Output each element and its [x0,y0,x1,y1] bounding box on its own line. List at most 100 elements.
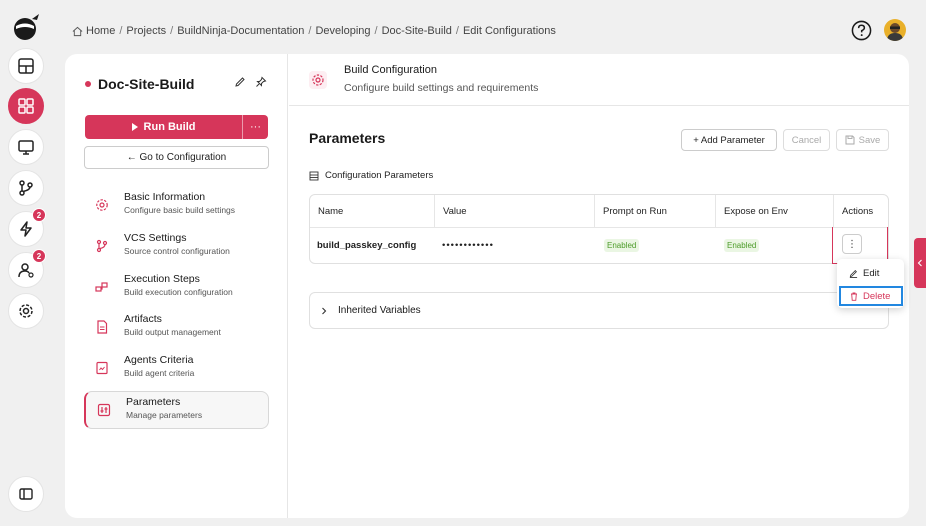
main-card: Doc-Site-Build Run Build ··· ← Go to Con… [65,54,909,518]
sidebar-item-description: Build agent criteria [124,368,195,378]
git-branch-icon [96,239,108,253]
monitor-icon [18,140,34,155]
user-avatar-icon [887,23,903,41]
chevron-left-icon [917,259,922,267]
config-header: Build Configuration Configure build sett… [289,54,909,106]
run-build-label: Run Build [143,121,196,133]
collapse-sidebar-button[interactable] [8,476,44,512]
sidebar-item-label: Execution Steps [124,273,200,285]
ninja-logo-icon[interactable] [10,10,42,42]
file-icon [97,320,108,334]
breadcrumb-group[interactable]: Developing [315,25,370,37]
dashboard-nav-button[interactable] [8,48,44,84]
right-panel-toggle[interactable] [914,238,926,288]
sidebar-item-label: Agents Criteria [124,354,194,366]
prompt-on-run-cell: Enabled [597,227,716,263]
config-sidebar: Doc-Site-Build Run Build ··· ← Go to Con… [65,54,288,518]
run-build-button[interactable]: Run Build [85,115,243,139]
chevron-right-icon [322,307,327,314]
play-icon [131,123,138,131]
breadcrumb-home[interactable]: Home [86,25,115,37]
sidebar-item-artifacts[interactable]: Artifacts Build output management [84,309,269,347]
home-icon [72,26,83,36]
vcs-nav-button[interactable] [8,170,44,206]
run-build-more-button[interactable]: ··· [243,115,268,139]
gear-icon [19,304,33,318]
status-dot [85,81,91,87]
user-settings-icon [18,263,34,278]
section-title: Parameters [309,130,386,146]
agents-nav-button[interactable] [8,129,44,165]
sidebar-item-agents-criteria[interactable]: Agents Criteria Build agent criteria [84,350,269,388]
notification-badge: 2 [32,249,46,263]
column-header-prompt: Prompt on Run [595,195,716,227]
sidebar-item-label: Artifacts [124,313,162,325]
sidebar-item-description: Build execution configuration [124,287,233,297]
grid-icon [18,98,34,114]
row-actions-button[interactable]: ⋮ [842,234,862,254]
sidebar-item-description: Source control configuration [124,246,230,256]
list-icon [309,171,319,180]
breadcrumb-project[interactable]: BuildNinja-Documentation [177,25,304,37]
add-parameter-button[interactable]: + Add Parameter [681,129,777,151]
edit-icon[interactable] [234,76,246,88]
project-title: Doc-Site-Build [85,76,194,92]
column-header-value: Value [435,195,595,227]
settings-icon [96,199,108,211]
run-build-button-group: Run Build ··· [85,115,268,139]
row-actions-menu: Edit Delete [837,259,904,308]
agent-icon [96,361,108,375]
breadcrumb-projects[interactable]: Projects [126,25,166,37]
sidebar-item-basic-information[interactable]: Basic Information Configure basic build … [84,187,269,225]
lightning-icon [20,221,32,237]
trash-icon [851,292,857,301]
save-icon [845,135,855,145]
breadcrumb-build[interactable]: Doc-Site-Build [382,25,452,37]
page-title: Build Configuration [344,64,437,76]
go-to-configuration-button[interactable]: ← Go to Configuration [84,146,269,169]
help-icon[interactable] [851,20,872,41]
dashboard-icon [18,58,34,74]
inherited-variables-section[interactable]: Inherited Variables [309,292,889,329]
sidebar-toggle-icon [19,488,33,500]
left-rail: 2 2 [0,0,52,526]
save-label: Save [858,134,881,146]
settings-icon [309,71,327,89]
menu-item-label: Edit [863,268,880,279]
configuration-parameters-label: Configuration Parameters [309,170,433,181]
breadcrumb: Home / Projects / BuildNinja-Documentation… [72,23,556,39]
breadcrumb-current: Edit Configurations [462,25,556,37]
sidebar-item-description: Configure basic build settings [124,205,236,215]
sidebar-item-parameters[interactable]: Parameters Manage parameters [84,391,269,429]
section-label-text: Configuration Parameters [325,170,434,181]
sidebar-item-description: Manage parameters [126,410,203,420]
steps-icon [95,282,108,292]
page-subtitle: Configure build settings and requirement… [344,82,539,94]
content-area: Build Configuration Configure build sett… [289,54,909,518]
cancel-button[interactable]: Cancel [783,129,830,151]
events-nav-button[interactable]: 2 [8,208,46,247]
pin-icon[interactable] [255,76,267,88]
inherited-variables-label: Inherited Variables [338,305,421,316]
menu-item-edit[interactable]: Edit [849,268,879,279]
projects-nav-button[interactable] [8,88,44,124]
edit-icon [849,270,858,278]
avatar[interactable] [884,19,906,41]
sidebar-item-label: Parameters [126,396,181,408]
notification-badge: 2 [32,208,46,222]
status-badge: Enabled [724,238,760,252]
column-header-expose: Expose on Env [716,195,834,227]
sidebar-item-label: Basic Information [124,191,206,203]
sidebar-item-vcs-settings[interactable]: VCS Settings Source control configuratio… [84,228,269,266]
project-title-text: Doc-Site-Build [98,76,195,92]
parameters-table: Name Value Prompt on Run Expose on Env A… [309,194,889,264]
sidebar-item-label: VCS Settings [124,232,187,244]
save-button[interactable]: Save [836,129,889,151]
sidebar-item-execution-steps[interactable]: Execution Steps Build execution configur… [84,269,269,307]
column-header-name: Name [310,195,435,227]
settings-nav-button[interactable] [8,293,44,329]
users-nav-button[interactable]: 2 [8,249,46,288]
menu-item-label: Delete [863,290,891,302]
menu-item-delete[interactable]: Delete [839,286,903,306]
git-branch-icon [19,180,33,196]
